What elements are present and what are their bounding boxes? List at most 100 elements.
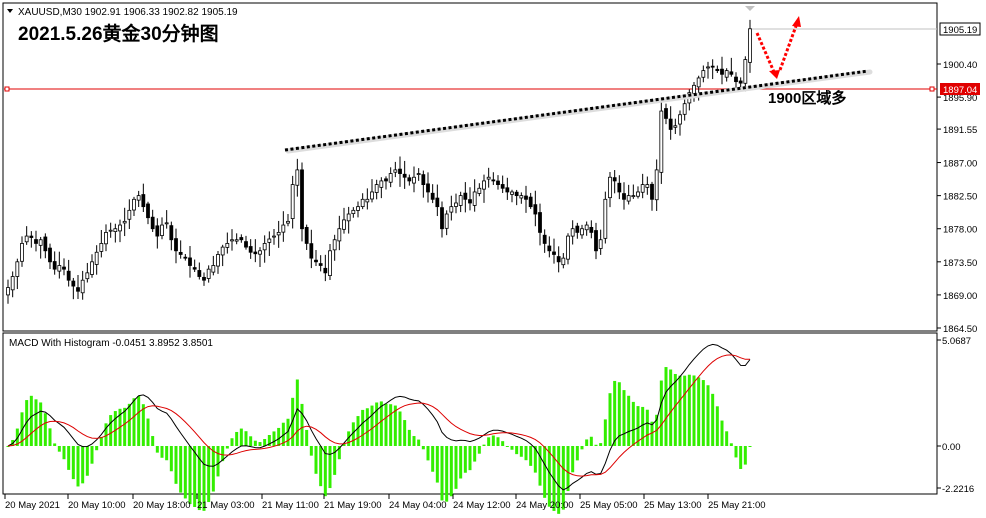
histogram-bar — [575, 446, 579, 461]
histogram-bar — [627, 395, 631, 446]
histogram-bar — [477, 446, 481, 454]
time-axis-label: 21 May 03:00 — [197, 500, 255, 511]
histogram-bar — [305, 429, 309, 446]
hline-right-handle[interactable] — [929, 86, 935, 92]
histogram-bar — [370, 405, 374, 446]
histogram-bar — [398, 411, 402, 446]
line-price-label: 1897.04 — [943, 85, 977, 96]
histogram-bar — [701, 380, 705, 446]
price-tick-label: 1873.50 — [943, 258, 977, 269]
chart-title: 2021.5.26黄金30分钟图 — [18, 22, 219, 45]
histogram-bar — [62, 446, 66, 460]
histogram-bar — [53, 443, 57, 446]
histogram-bar — [239, 428, 243, 446]
histogram-bar — [309, 446, 313, 456]
histogram-bar — [127, 403, 131, 446]
histogram-bar — [57, 446, 61, 452]
histogram-bar — [505, 446, 509, 447]
histogram-bar — [211, 446, 215, 492]
histogram-bar — [90, 446, 94, 464]
histogram-bar — [459, 446, 463, 479]
histogram-bar — [739, 446, 743, 469]
histogram-bar — [571, 446, 575, 473]
time-axis-label: 20 May 10:00 — [68, 500, 126, 511]
histogram-bar — [664, 367, 668, 446]
histogram-bar — [123, 407, 127, 446]
histogram-bar — [449, 446, 453, 497]
histogram-bar — [249, 436, 253, 446]
histogram-bar — [487, 437, 491, 446]
symbol-ohlc-line: XAUUSD,M30 1902.91 1906.33 1902.82 1905.… — [18, 7, 238, 18]
histogram-bar — [678, 375, 682, 446]
histogram-bar — [659, 380, 663, 446]
histogram-bar — [697, 377, 701, 446]
macd-tick-low: -2.2216 — [942, 484, 974, 495]
histogram-bar — [510, 446, 514, 450]
price-axis[interactable]: 1900.401895.901891.551887.001882.501878.… — [937, 22, 981, 335]
price-tick-label: 1864.50 — [943, 324, 977, 335]
histogram-bar — [529, 446, 533, 466]
histogram-bar — [538, 446, 542, 486]
histogram-bar — [113, 411, 117, 446]
histogram-bar — [687, 374, 691, 446]
price-tick-label: 1891.55 — [943, 125, 977, 136]
histogram-bar — [263, 439, 267, 446]
histogram-bar — [48, 428, 52, 446]
trading-chart-window: XAUUSD,M30 1902.91 1906.33 1902.82 1905.… — [2, 2, 981, 514]
histogram-bar — [272, 431, 276, 446]
histogram-bar — [641, 406, 645, 446]
histogram-bar — [109, 415, 113, 446]
histogram-bar — [715, 406, 719, 446]
histogram-bar — [725, 431, 729, 446]
histogram-bar — [631, 401, 635, 446]
time-axis-label: 20 May 2021 — [5, 500, 60, 511]
time-axis-label: 24 May 04:00 — [389, 500, 447, 511]
time-axis[interactable]: 20 May 2021 20 May 10:00 20 May 18:00 21 Ma… — [4, 494, 766, 511]
histogram-bar — [454, 446, 458, 489]
macd-tick-high: 5.0687 — [942, 336, 971, 347]
histogram-bar — [440, 446, 444, 501]
histogram-bar — [137, 396, 141, 446]
histogram-bar — [566, 446, 570, 492]
histogram-bar — [426, 446, 430, 461]
price-tick-label: 1882.50 — [943, 192, 977, 203]
histogram-bar — [524, 446, 528, 461]
histogram-bar — [132, 398, 136, 446]
histogram-bar — [463, 446, 467, 473]
macd-tick-zero: 0.00 — [942, 442, 961, 453]
histogram-bar — [160, 446, 164, 458]
histogram-bar — [384, 403, 388, 446]
histogram-bar — [473, 446, 477, 462]
histogram-bar — [669, 369, 673, 446]
histogram-bar — [622, 390, 626, 446]
histogram-bar — [501, 441, 505, 446]
histogram-bar — [146, 418, 150, 446]
histogram-bar — [155, 446, 159, 453]
time-axis-label: 21 May 11:00 — [262, 500, 319, 511]
histogram-bar — [706, 385, 710, 446]
histogram-bar — [585, 439, 589, 446]
histogram-bar — [482, 444, 486, 446]
histogram-bar — [300, 403, 304, 446]
histogram-bar — [603, 419, 607, 446]
histogram-bar — [230, 438, 234, 446]
histogram-bar — [95, 446, 99, 451]
hline-left-handle[interactable] — [4, 86, 10, 92]
histogram-bar — [645, 409, 649, 446]
price-tick-label: 1869.00 — [943, 291, 977, 302]
histogram-bar — [711, 393, 715, 446]
histogram-bar — [141, 404, 145, 446]
macd-title: MACD With Histogram -0.0451 3.8952 3.850… — [9, 338, 213, 349]
histogram-bar — [328, 446, 332, 489]
histogram-bar — [519, 446, 523, 457]
candle — [603, 191, 608, 244]
histogram-bar — [468, 446, 472, 471]
histogram-bar — [547, 446, 551, 507]
histogram-bar — [389, 404, 393, 446]
histogram-bar — [207, 446, 211, 503]
histogram-bar — [151, 436, 155, 446]
histogram-bar — [81, 446, 85, 484]
histogram-bar — [491, 435, 495, 446]
annotation-label: 1900区域多 — [768, 89, 846, 107]
histogram-bar — [356, 416, 360, 446]
